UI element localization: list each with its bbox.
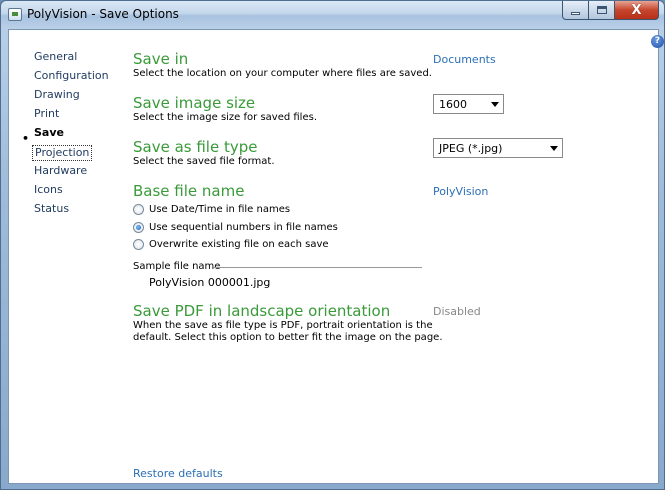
file-type-value: JPEG (*.jpg) xyxy=(439,142,503,155)
chevron-down-icon xyxy=(550,146,558,151)
image-size-title: Save image size xyxy=(133,94,256,112)
minimize-button[interactable] xyxy=(562,1,589,20)
sidebar-item-print[interactable]: Print xyxy=(34,107,59,121)
image-size-value: 1600 xyxy=(439,98,467,111)
chevron-down-icon xyxy=(491,102,499,107)
save-in-description: Select the location on your computer whe… xyxy=(133,68,432,79)
radio-date-time[interactable]: Use Date/Time in file names xyxy=(133,204,290,215)
app-icon xyxy=(8,8,22,21)
radio-label: Use Date/Time in file names xyxy=(149,204,291,215)
window-title: PolyVision - Save Options xyxy=(27,7,179,21)
sidebar-item-icons[interactable]: Icons xyxy=(34,183,63,197)
close-button[interactable]: X xyxy=(615,1,659,20)
title-bar[interactable]: PolyVision - Save Options X xyxy=(1,1,664,28)
pdf-description-line2: default. Select this option to better fi… xyxy=(133,332,443,343)
caption-buttons: X xyxy=(562,1,659,20)
sidebar-item-general[interactable]: General xyxy=(34,50,77,64)
save-options-window: PolyVision - Save Options X ? General Co… xyxy=(0,0,665,490)
sample-file-name-label: Sample file name xyxy=(133,261,221,272)
save-in-title: Save in xyxy=(133,50,189,68)
radio-label: Use sequential numbers in file names xyxy=(149,222,338,233)
pdf-orientation-title: Save PDF in landscape orientation xyxy=(133,302,391,320)
pdf-orientation-status: Disabled xyxy=(433,305,481,318)
sample-file-name-value: PolyVision 000001.jpg xyxy=(149,276,271,289)
radio-button[interactable] xyxy=(133,239,144,250)
base-name-link[interactable]: PolyVision xyxy=(433,185,488,198)
file-type-title: Save as file type xyxy=(133,138,258,156)
minimize-icon xyxy=(571,11,580,15)
help-icon[interactable]: ? xyxy=(651,35,664,48)
sidebar-item-projection[interactable]: Projection xyxy=(32,145,93,161)
radio-button[interactable] xyxy=(133,204,144,215)
maximize-icon xyxy=(596,6,607,14)
sidebar-item-save[interactable]: Save xyxy=(34,126,64,140)
restore-defaults-link[interactable]: Restore defaults xyxy=(133,467,223,480)
content-area: ? General Configuration Drawing Print • … xyxy=(8,29,664,484)
file-type-select[interactable]: JPEG (*.jpg) xyxy=(433,138,563,158)
save-location-link[interactable]: Documents xyxy=(433,53,496,66)
radio-sequential[interactable]: Use sequential numbers in file names xyxy=(133,222,338,233)
base-name-title: Base file name xyxy=(133,182,245,200)
active-item-bullet: • xyxy=(22,132,30,145)
radio-button-checked[interactable] xyxy=(133,222,144,233)
image-size-select[interactable]: 1600 xyxy=(433,94,504,114)
file-type-description: Select the saved file format. xyxy=(133,156,275,167)
radio-overwrite[interactable]: Overwrite existing file on each save xyxy=(133,239,329,250)
close-icon: X xyxy=(631,2,642,18)
pdf-description-line1: When the save as file type is PDF, portr… xyxy=(133,320,433,331)
sidebar-item-configuration[interactable]: Configuration xyxy=(34,69,109,83)
sample-divider xyxy=(213,267,422,268)
maximize-button[interactable] xyxy=(589,1,615,20)
radio-label: Overwrite existing file on each save xyxy=(149,239,329,250)
sidebar-nav: General Configuration Drawing Print • Sa… xyxy=(9,30,119,483)
sidebar-item-hardware[interactable]: Hardware xyxy=(34,164,87,178)
image-size-description: Select the image size for saved files. xyxy=(133,112,317,123)
sidebar-item-status[interactable]: Status xyxy=(34,202,69,216)
sidebar-item-drawing[interactable]: Drawing xyxy=(34,88,80,102)
